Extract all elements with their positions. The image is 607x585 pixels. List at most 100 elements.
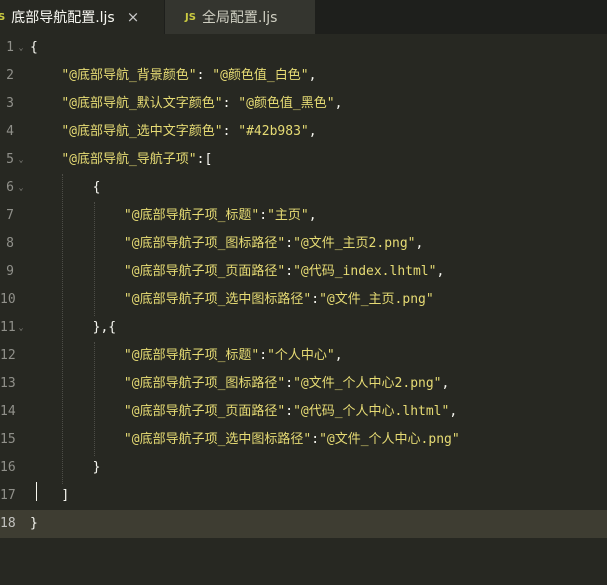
line-number: 18 [0, 516, 16, 531]
string-token: "@代码_个人中心.lhtml" [293, 404, 450, 419]
string-token: "主页" [267, 208, 309, 223]
line-number: 16 [0, 460, 16, 475]
punctuation-token: , [308, 208, 317, 223]
string-token: "@底部导航子项_页面路径" [123, 404, 286, 419]
code-line[interactable]: 7 "@底部导航子项_标题":"主页", [0, 202, 607, 230]
line-number: 3 [6, 96, 14, 111]
punctuation-token: : [311, 292, 320, 307]
punctuation-token: : [196, 68, 213, 83]
punctuation-token: : [222, 124, 239, 139]
string-token: "@底部导航_背景颜色" [61, 68, 197, 83]
code-content: "@底部导航子项_页面路径":"@代码_个人中心.lhtml", [30, 398, 457, 426]
punctuation-token: : [222, 96, 239, 111]
code-line[interactable]: 5 ⌄ "@底部导航_导航子项":[ [0, 146, 607, 174]
code-line[interactable]: 6 ⌄ { [0, 174, 607, 202]
punctuation-token: } [30, 516, 38, 531]
code-line[interactable]: 10 "@底部导航子项_选中图标路径":"@文件_主页.png" [0, 286, 607, 314]
fold-arrow-icon[interactable]: ⌄ [16, 146, 26, 174]
tab-global-config[interactable]: JS 全局配置.ljs [165, 0, 315, 34]
punctuation-token: , [441, 376, 450, 391]
punctuation-token: :[ [196, 152, 213, 167]
line-number: 11 [0, 320, 16, 335]
string-token: "@文件_主页2.png" [293, 236, 416, 251]
js-file-icon: JS [185, 11, 196, 23]
tab-bottom-nav-config[interactable]: S 底部导航配置.ljs × [0, 0, 164, 34]
line-number: 13 [0, 376, 16, 391]
code-line[interactable]: 17 ] [0, 482, 607, 510]
punctuation-token: , [334, 348, 343, 363]
punctuation-token: , [415, 236, 424, 251]
code-content: "@底部导航_背景颜色": "@颜色值_白色", [30, 62, 316, 90]
code-line[interactable]: 13 "@底部导航子项_图标路径":"@文件_个人中心2.png", [0, 370, 607, 398]
string-token: "@底部导航子项_标题" [123, 348, 260, 363]
punctuation-token: , [436, 264, 445, 279]
string-token: "@文件_主页.png" [319, 292, 434, 307]
line-number: 2 [6, 68, 14, 83]
string-token: "@底部导航子项_选中图标路径" [123, 432, 312, 447]
code-line[interactable]: 2 "@底部导航_背景颜色": "@颜色值_白色", [0, 62, 607, 90]
string-token: "@文件_个人中心2.png" [293, 376, 442, 391]
code-content: { [30, 174, 101, 202]
code-line[interactable]: 16 } [0, 454, 607, 482]
line-number: 14 [0, 404, 16, 419]
code-line[interactable]: 8 "@底部导航子项_图标路径":"@文件_主页2.png", [0, 230, 607, 258]
line-number: 17 [0, 488, 16, 503]
punctuation-token: ] [61, 488, 70, 503]
line-number: 1 [6, 40, 14, 55]
code-content: "@底部导航子项_标题":"主页", [30, 202, 317, 230]
code-line[interactable]: 15 "@底部导航子项_选中图标路径":"@文件_个人中心.png" [0, 426, 607, 454]
code-line[interactable]: 9 "@底部导航子项_页面路径":"@代码_index.lhtml", [0, 258, 607, 286]
line-number: 5 [6, 152, 14, 167]
code-line[interactable]: 3 "@底部导航_默认文字颜色": "@颜色值_黑色", [0, 90, 607, 118]
code-content: "@底部导航子项_选中图标路径":"@文件_主页.png" [30, 286, 434, 314]
tab-title: 全局配置.ljs [201, 10, 278, 26]
tab-bar: S 底部导航配置.ljs × JS 全局配置.ljs [0, 0, 607, 34]
string-token: "#42b983" [238, 124, 309, 139]
string-token: "@底部导航_导航子项" [61, 152, 197, 167]
code-content: "@底部导航子项_图标路径":"@文件_主页2.png", [30, 230, 423, 258]
line-number: 10 [0, 292, 16, 307]
code-line[interactable]: 18} [0, 510, 607, 538]
punctuation-token: , [449, 404, 458, 419]
string-token: "@底部导航_默认文字颜色" [61, 96, 223, 111]
punctuation-token: : [311, 432, 320, 447]
code-content: "@底部导航子项_选中图标路径":"@文件_个人中心.png" [30, 426, 460, 454]
string-token: "@底部导航子项_图标路径" [123, 236, 286, 251]
code-content: },{ [30, 314, 116, 342]
close-icon[interactable]: × [127, 8, 140, 26]
string-token: "@颜色值_白色" [212, 68, 309, 83]
code-content: { [30, 34, 38, 62]
punctuation-token: { [92, 180, 101, 195]
punctuation-token: : [285, 404, 294, 419]
punctuation-token: : [259, 348, 268, 363]
string-token: "@底部导航_选中文字颜色" [61, 124, 223, 139]
punctuation-token: : [285, 264, 294, 279]
fold-arrow-icon[interactable]: ⌄ [16, 174, 26, 202]
punctuation-token: , [308, 68, 317, 83]
line-number: 7 [6, 208, 14, 223]
string-token: "@文件_个人中心.png" [319, 432, 460, 447]
text-cursor [36, 482, 37, 501]
line-number: 15 [0, 432, 16, 447]
code-content: "@底部导航_导航子项":[ [30, 146, 212, 174]
string-token: "@代码_index.lhtml" [293, 264, 437, 279]
line-number: 8 [6, 236, 14, 251]
string-token: "@颜色值_黑色" [238, 96, 335, 111]
line-number: 12 [0, 348, 16, 363]
code-line[interactable]: 4 "@底部导航_选中文字颜色": "#42b983", [0, 118, 607, 146]
punctuation-token: : [259, 208, 268, 223]
code-line[interactable]: 12 "@底部导航子项_标题":"个人中心", [0, 342, 607, 370]
punctuation-token: : [285, 376, 294, 391]
code-line[interactable]: 11 ⌄ },{ [0, 314, 607, 342]
code-editor[interactable]: 1 ⌄{2 "@底部导航_背景颜色": "@颜色值_白色", 3 "@底部导航_默认… [0, 34, 607, 585]
string-token: "@底部导航子项_选中图标路径" [123, 292, 312, 307]
punctuation-token: } [92, 460, 101, 475]
code-line[interactable]: 14 "@底部导航子项_页面路径":"@代码_个人中心.lhtml", [0, 398, 607, 426]
line-number: 4 [6, 124, 14, 139]
code-line[interactable]: 1 ⌄ { [0, 34, 607, 62]
fold-arrow-icon[interactable]: ⌄ [16, 314, 26, 342]
fold-arrow-icon[interactable]: ⌄ [16, 34, 26, 62]
code-content: "@底部导航子项_页面路径":"@代码_index.lhtml", [30, 258, 444, 286]
line-number: 6 [6, 180, 14, 195]
punctuation-token: : [285, 236, 294, 251]
